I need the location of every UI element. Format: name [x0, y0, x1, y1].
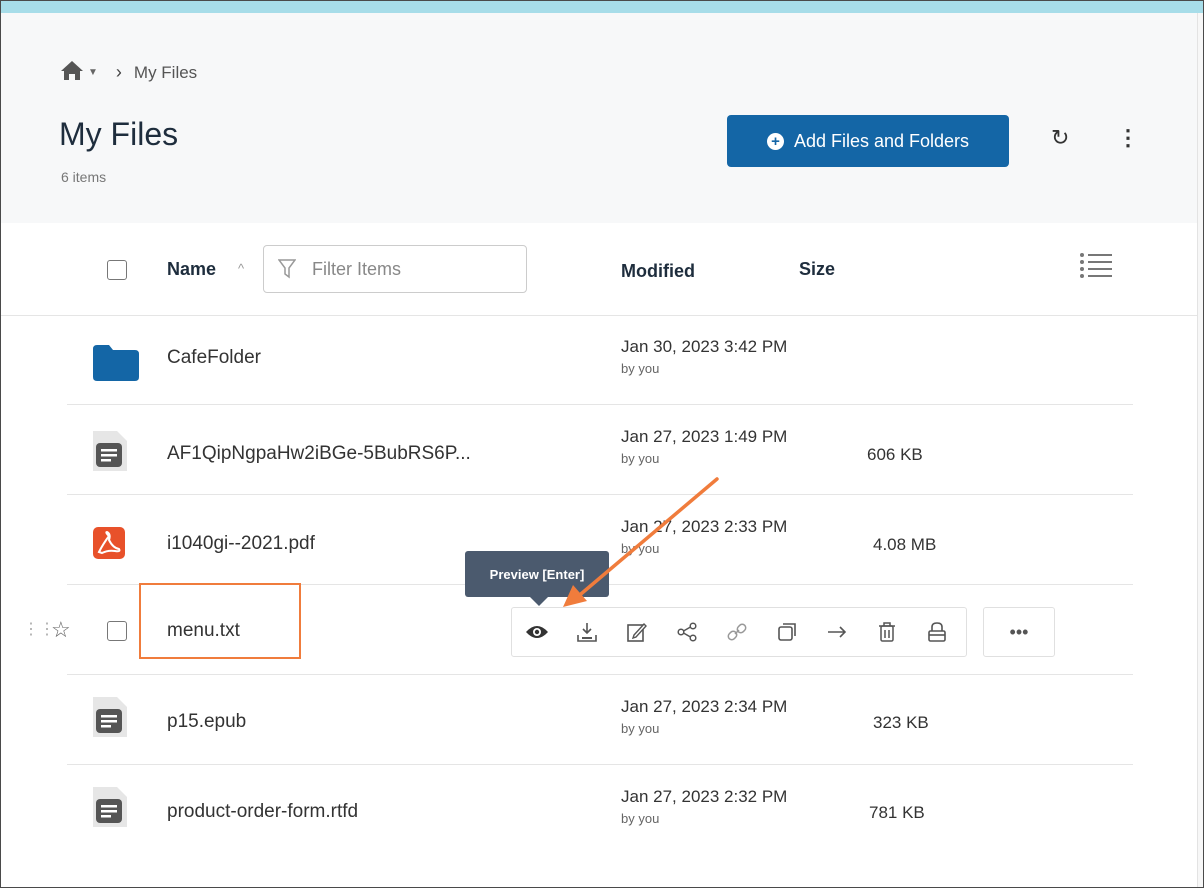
list-view-icon[interactable] — [1079, 251, 1113, 284]
file-row[interactable]: p15.epub Jan 27, 2023 2:34 PM by you 323… — [1, 677, 1197, 765]
file-modified-by: by you — [621, 721, 660, 736]
chevron-right-icon: › — [115, 62, 122, 82]
page-header: ▼ › My Files My Files 6 items + Add File… — [1, 13, 1197, 224]
file-name[interactable]: i1040gi--2021.pdf — [167, 533, 315, 555]
file-modified: Jan 27, 2023 1:49 PM — [621, 427, 788, 446]
file-name[interactable]: CafeFolder — [167, 347, 261, 369]
document-icon — [93, 697, 127, 742]
file-size: 606 KB — [867, 445, 923, 464]
file-row[interactable]: product-order-form.rtfd Jan 27, 2023 2:3… — [1, 767, 1197, 855]
more-actions-button[interactable]: ••• — [983, 607, 1055, 657]
row-divider — [67, 404, 1133, 405]
download-icon[interactable] — [562, 607, 612, 657]
file-modified-by: by you — [621, 451, 660, 466]
folder-icon — [93, 345, 139, 386]
column-modified[interactable]: Modified — [621, 261, 695, 282]
tooltip-caret — [530, 597, 548, 606]
file-modified: Jan 27, 2023 2:33 PM — [621, 517, 788, 536]
breadcrumb-current: My Files — [133, 62, 198, 82]
file-modified-by: by you — [621, 361, 660, 376]
row-action-toolbar — [511, 607, 967, 657]
file-row[interactable]: CafeFolder Jan 30, 2023 3:42 PM by you — [1, 317, 1197, 405]
file-name[interactable]: p15.epub — [167, 711, 246, 733]
home-icon[interactable] — [59, 59, 85, 86]
column-header-row: Name ^ Filter Items Modified Size — [1, 223, 1197, 316]
top-accent-bar — [1, 1, 1203, 13]
breadcrumb: ▼ › My Files — [59, 59, 197, 86]
lock-icon[interactable] — [912, 607, 962, 657]
copy-icon[interactable] — [762, 607, 812, 657]
sort-up-icon[interactable]: ^ — [238, 261, 244, 276]
file-modified-by: by you — [621, 541, 660, 556]
link-icon[interactable] — [712, 607, 762, 657]
more-icon: ••• — [1009, 621, 1029, 642]
file-row[interactable]: AF1QipNgpaHw2iBGe-5BubRS6P... Jan 27, 20… — [1, 407, 1197, 495]
column-name[interactable]: Name — [167, 259, 216, 280]
filter-icon — [278, 259, 296, 279]
row-divider — [67, 674, 1133, 675]
refresh-icon[interactable]: ↻ — [1051, 125, 1069, 151]
edit-icon[interactable] — [612, 607, 662, 657]
add-files-label: Add Files and Folders — [793, 130, 970, 151]
document-icon — [93, 787, 127, 832]
column-size[interactable]: Size — [799, 259, 835, 280]
app-window: ▼ › My Files My Files 6 items + Add File… — [0, 0, 1204, 888]
move-icon[interactable] — [812, 607, 862, 657]
file-modified: Jan 30, 2023 3:42 PM — [621, 337, 788, 356]
file-name[interactable]: product-order-form.rtfd — [167, 801, 358, 823]
highlight-box — [139, 583, 301, 659]
chevron-down-icon[interactable]: ▼ — [88, 67, 98, 78]
row-divider — [67, 764, 1133, 765]
file-size: 781 KB — [869, 803, 925, 822]
row-divider — [67, 494, 1133, 495]
file-size: 4.08 MB — [873, 535, 937, 554]
select-all-checkbox[interactable] — [107, 260, 127, 280]
file-modified: Jan 27, 2023 2:34 PM — [621, 697, 788, 716]
preview-icon[interactable] — [512, 607, 562, 657]
file-modified: Jan 27, 2023 2:32 PM — [621, 787, 788, 806]
plus-circle-icon: + — [766, 132, 784, 150]
add-files-button[interactable]: + Add Files and Folders — [727, 115, 1009, 167]
file-size: 323 KB — [873, 713, 929, 732]
file-name[interactable]: AF1QipNgpaHw2iBGe-5BubRS6P... — [167, 443, 471, 465]
document-icon — [93, 431, 127, 476]
star-icon[interactable]: ☆ — [51, 617, 71, 643]
file-modified-by: by you — [621, 811, 660, 826]
delete-icon[interactable] — [862, 607, 912, 657]
page-title: My Files — [59, 116, 179, 152]
filter-placeholder: Filter Items — [312, 258, 402, 279]
filter-input[interactable]: Filter Items — [263, 245, 527, 293]
row-checkbox[interactable] — [107, 621, 127, 641]
right-scroll-strip — [1197, 13, 1203, 887]
tooltip: Preview [Enter] — [465, 551, 609, 597]
share-icon[interactable] — [662, 607, 712, 657]
item-count: 6 items — [61, 169, 107, 185]
more-vertical-icon[interactable]: ⋮ — [1117, 125, 1139, 151]
pdf-icon — [93, 527, 125, 564]
